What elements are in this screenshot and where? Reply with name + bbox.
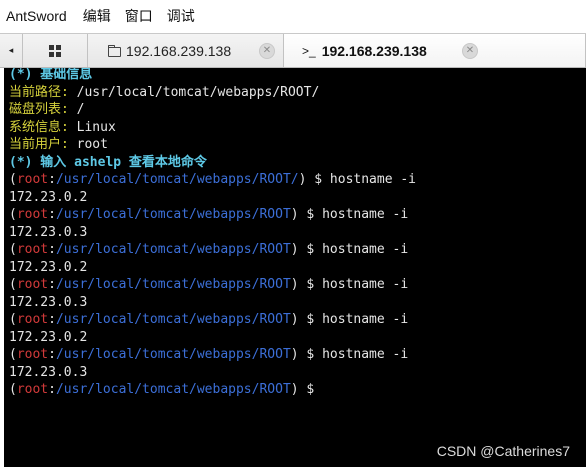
sys-value: Linux bbox=[68, 119, 116, 135]
tab-file-manager-label: 192.168.239.138 bbox=[126, 42, 232, 59]
prompt-command: $ hostname -i bbox=[298, 312, 409, 327]
prompt-user: root bbox=[16, 172, 49, 187]
prompt-path: /usr/local/tomcat/webapps/ROOT bbox=[55, 382, 291, 397]
prompt-user: root bbox=[16, 207, 49, 222]
menu-edit[interactable]: 编辑 bbox=[77, 0, 119, 33]
prompt-line: (root:/usr/local/tomcat/webapps/ROOT) $ … bbox=[9, 242, 409, 257]
prompt-path: /usr/local/tomcat/webapps/ROOT bbox=[55, 277, 291, 292]
menu-antsword[interactable]: AntSword bbox=[0, 0, 77, 33]
menu-window[interactable]: 窗口 bbox=[119, 0, 161, 33]
prompt-path: /usr/local/tomcat/webapps/ROOT bbox=[55, 312, 291, 327]
prompt-command: $ hostname -i bbox=[298, 207, 409, 222]
prompt-command: $ hostname -i bbox=[298, 242, 409, 257]
tab-file-manager[interactable]: 192.168.239.138 ✕ bbox=[87, 34, 283, 67]
help-line: (*) 输入 ashelp 查看本地命令 bbox=[9, 154, 207, 170]
terminal-panel[interactable]: (*) 基础信息 当前路径: /usr/local/tomcat/webapps… bbox=[4, 68, 586, 467]
user-label: 当前用户: bbox=[9, 137, 69, 152]
prompt-path: /usr/local/tomcat/webapps/ROOT bbox=[55, 347, 291, 362]
command-output: 172.23.0.3 bbox=[9, 294, 88, 310]
tab-terminal[interactable]: >_ 192.168.239.138 ✕ bbox=[283, 34, 586, 67]
sys-line: 系统信息: Linux bbox=[9, 119, 116, 137]
user-value: root bbox=[68, 137, 108, 152]
command-output: 172.23.0.2 bbox=[9, 329, 88, 345]
prompt-line: (root:/usr/local/tomcat/webapps/ROOT) $ … bbox=[9, 347, 409, 362]
prompt-user: root bbox=[16, 277, 49, 292]
prompt-command: $ hostname -i bbox=[306, 172, 417, 187]
prompt-user: root bbox=[16, 347, 49, 362]
prompt-user: root bbox=[16, 242, 49, 257]
prompt-path: /usr/local/tomcat/webapps/ROOT bbox=[55, 242, 291, 257]
command-output: 172.23.0.3 bbox=[9, 224, 88, 240]
sys-label: 系统信息: bbox=[9, 119, 69, 135]
tab-scroll-left-icon[interactable]: ◂ bbox=[0, 34, 22, 67]
prompt-path: /usr/local/tomcat/webapps/ROOT/ bbox=[55, 172, 299, 187]
command-output: 172.23.0.2 bbox=[9, 189, 88, 205]
cwd-line: 当前路径: /usr/local/tomcat/webapps/ROOT/ bbox=[9, 84, 319, 102]
close-icon[interactable]: ✕ bbox=[462, 43, 478, 59]
command-output: 172.23.0.3 bbox=[9, 364, 88, 380]
prompt-line-current[interactable]: (root:/usr/local/tomcat/webapps/ROOT) $ bbox=[9, 381, 322, 399]
user-line: 当前用户: root bbox=[9, 136, 108, 154]
disk-label: 磁盘列表: bbox=[9, 102, 69, 117]
close-icon[interactable]: ✕ bbox=[259, 43, 275, 59]
prompt-line: (root:/usr/local/tomcat/webapps/ROOT) $ … bbox=[9, 277, 409, 292]
prompt-user: root bbox=[16, 382, 49, 397]
disk-value: / bbox=[68, 102, 85, 117]
grid-icon bbox=[49, 44, 61, 57]
prompt-command: $ bbox=[298, 382, 323, 397]
prompt-line: (root:/usr/local/tomcat/webapps/ROOT) $ … bbox=[9, 207, 409, 222]
menu-debug[interactable]: 调试 bbox=[161, 0, 203, 33]
watermark: CSDN @Catherines7 bbox=[436, 443, 570, 459]
terminal-icon: >_ bbox=[302, 43, 316, 58]
prompt-line: (root:/usr/local/tomcat/webapps/ROOT/) $… bbox=[9, 172, 417, 187]
prompt-command: $ hostname -i bbox=[298, 277, 409, 292]
section-basic-info: (*) 基础信息 bbox=[9, 68, 93, 82]
prompt-path: /usr/local/tomcat/webapps/ROOT bbox=[55, 207, 291, 222]
tab-terminal-label: 192.168.239.138 bbox=[321, 42, 427, 59]
tab-home[interactable] bbox=[22, 34, 87, 67]
cwd-value: /usr/local/tomcat/webapps/ROOT/ bbox=[68, 84, 320, 100]
prompt-command: $ hostname -i bbox=[298, 347, 409, 362]
tab-bar: ◂ 192.168.239.138 ✕ >_ 192.168.239.138 ✕ bbox=[0, 33, 586, 68]
disk-line: 磁盘列表: / bbox=[9, 101, 84, 119]
command-output: 172.23.0.2 bbox=[9, 259, 88, 275]
menu-bar: AntSword 编辑 窗口 调试 bbox=[0, 0, 586, 33]
prompt-line: (root:/usr/local/tomcat/webapps/ROOT) $ … bbox=[9, 312, 409, 327]
folder-icon bbox=[108, 44, 121, 57]
prompt-user: root bbox=[16, 312, 49, 327]
cwd-label: 当前路径: bbox=[9, 84, 69, 100]
